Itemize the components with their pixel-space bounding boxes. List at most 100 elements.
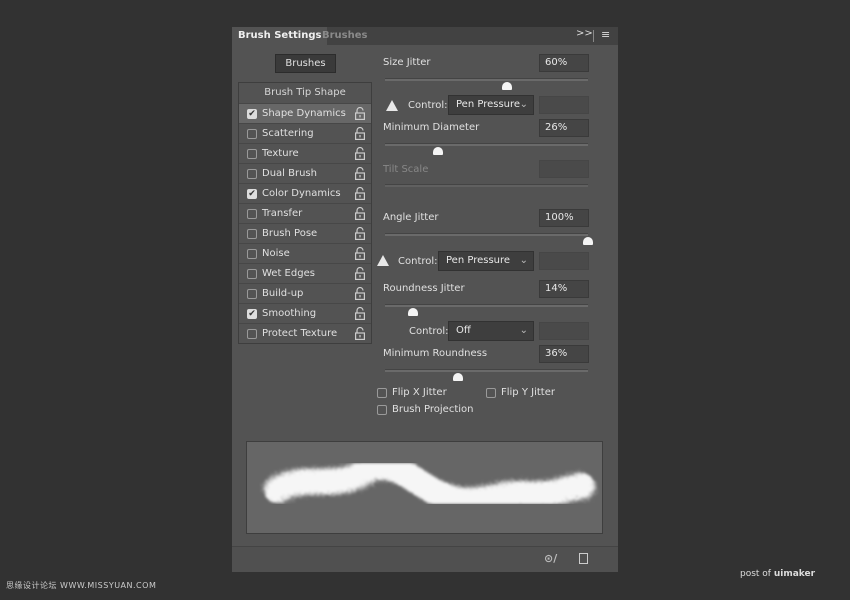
tilt-scale-label: Tilt Scale (383, 164, 429, 175)
watermark-right: post of uimaker (740, 569, 816, 579)
checkbox[interactable] (247, 209, 257, 219)
option-label: Build-up (262, 288, 304, 299)
size-jitter-slider[interactable] (385, 78, 588, 81)
unlock-icon[interactable] (355, 187, 365, 200)
option-label: Texture (262, 148, 299, 159)
collapse-icon[interactable]: >> (576, 28, 593, 39)
bottom-bar: ⊙/ (232, 546, 618, 572)
control-select-1[interactable]: Pen Pressure ⌄ (448, 95, 534, 115)
tilt-scale-slider (385, 184, 588, 187)
option-label: Dual Brush (262, 168, 317, 179)
minimum-diameter-thumb[interactable] (432, 147, 443, 155)
tab-brush-settings[interactable]: Brush Settings (232, 27, 328, 45)
brush-option-item[interactable]: Wet Edges (239, 263, 371, 283)
brush-stroke-preview (246, 441, 603, 534)
brush-tip-shape-label: Brush Tip Shape (264, 87, 346, 98)
control-2-extra-field (539, 252, 589, 270)
toggle-live-tip-icon[interactable]: ⊙/ (544, 552, 557, 565)
brush-option-item[interactable]: Scattering (239, 123, 371, 143)
tab-bar: Brush Settings Brushes >> ≡ (232, 27, 618, 45)
minimum-diameter-slider[interactable] (385, 143, 588, 146)
minimum-roundness-input[interactable]: 36% (539, 345, 589, 363)
checkbox[interactable] (247, 249, 257, 259)
brush-tip-shape-item[interactable]: Brush Tip Shape (239, 83, 371, 103)
option-label: Wet Edges (262, 268, 315, 279)
control-label: Control: (409, 326, 449, 337)
option-label: Color Dynamics (262, 188, 341, 199)
brush-option-item[interactable]: Noise (239, 243, 371, 263)
brush-option-item[interactable]: Protect Texture (239, 323, 371, 343)
brush-stroke-image (264, 453, 595, 514)
option-label: Brush Pose (262, 228, 318, 239)
unlock-icon[interactable] (355, 207, 365, 220)
angle-jitter-slider[interactable] (385, 233, 588, 236)
angle-jitter-label: Angle Jitter (383, 212, 439, 223)
unlock-icon[interactable] (355, 327, 365, 340)
control-3-extra-field (539, 322, 589, 340)
checkbox[interactable] (247, 329, 257, 339)
unlock-icon[interactable] (355, 287, 365, 300)
brush-options-list: Brush Tip Shape ✔ Shape Dynamics Scatterin… (238, 82, 372, 344)
checkbox[interactable]: ✔ (247, 309, 257, 319)
checkbox[interactable]: ✔ (247, 189, 257, 199)
unlock-icon[interactable] (355, 267, 365, 280)
option-label: Scattering (262, 128, 314, 139)
control-1-extra-field (539, 96, 589, 114)
control-value: Pen Pressure (456, 99, 521, 110)
brushes-button[interactable]: Brushes (275, 54, 336, 73)
divider (593, 30, 594, 42)
minimum-diameter-input[interactable]: 26% (539, 119, 589, 137)
brush-option-item[interactable]: Texture (239, 143, 371, 163)
unlock-icon[interactable] (355, 107, 365, 120)
unlock-icon[interactable] (355, 247, 365, 260)
panel-menu-icon[interactable]: ≡ (601, 28, 610, 41)
warning-icon (386, 100, 398, 111)
minimum-roundness-thumb[interactable] (453, 373, 464, 381)
roundness-jitter-label: Roundness Jitter (383, 283, 465, 294)
flip-x-jitter-checkbox[interactable] (377, 388, 387, 398)
option-label: Smoothing (262, 308, 317, 319)
unlock-icon[interactable] (355, 227, 365, 240)
checkbox[interactable] (247, 169, 257, 179)
roundness-jitter-slider[interactable] (385, 304, 588, 307)
brush-option-item[interactable]: Transfer (239, 203, 371, 223)
minimum-roundness-slider[interactable] (385, 369, 588, 372)
chevron-down-icon: ⌄ (519, 325, 528, 336)
roundness-jitter-thumb[interactable] (408, 308, 419, 316)
chevron-down-icon: ⌄ (519, 99, 528, 110)
checkbox[interactable]: ✔ (247, 109, 257, 119)
checkbox[interactable] (247, 129, 257, 139)
checkbox[interactable] (247, 229, 257, 239)
unlock-icon[interactable] (355, 127, 365, 140)
brush-option-item[interactable]: Build-up (239, 283, 371, 303)
option-label: Noise (262, 248, 290, 259)
unlock-icon[interactable] (355, 307, 365, 320)
option-label: Transfer (262, 208, 303, 219)
flip-y-jitter-checkbox[interactable] (486, 388, 496, 398)
brush-option-item[interactable]: Dual Brush (239, 163, 371, 183)
new-brush-icon[interactable] (579, 553, 588, 564)
minimum-diameter-label: Minimum Diameter (383, 122, 480, 133)
control-select-2[interactable]: Pen Pressure ⌄ (438, 251, 534, 271)
control-value: Pen Pressure (446, 255, 511, 266)
control-select-3[interactable]: Off ⌄ (448, 321, 534, 341)
unlock-icon[interactable] (355, 147, 365, 160)
checkbox[interactable] (247, 149, 257, 159)
chevron-down-icon: ⌄ (519, 255, 528, 266)
brush-option-item[interactable]: ✔ Color Dynamics (239, 183, 371, 203)
roundness-jitter-input[interactable]: 14% (539, 280, 589, 298)
brush-option-item[interactable]: ✔ Shape Dynamics (239, 103, 371, 123)
unlock-icon[interactable] (355, 167, 365, 180)
brush-option-item[interactable]: ✔ Smoothing (239, 303, 371, 323)
checkbox[interactable] (247, 269, 257, 279)
size-jitter-thumb[interactable] (501, 82, 512, 90)
tab-brushes[interactable]: Brushes (316, 27, 373, 45)
brush-projection-checkbox[interactable] (377, 405, 387, 415)
brush-option-item[interactable]: Brush Pose (239, 223, 371, 243)
angle-jitter-thumb[interactable] (583, 237, 593, 245)
warning-icon (377, 255, 389, 266)
angle-jitter-input[interactable]: 100% (539, 209, 589, 227)
size-jitter-input[interactable]: 60% (539, 54, 589, 72)
option-label: Protect Texture (262, 328, 338, 339)
checkbox[interactable] (247, 289, 257, 299)
